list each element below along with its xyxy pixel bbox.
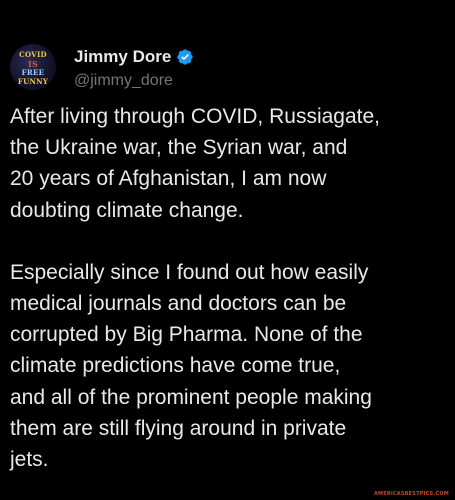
name-row: Jimmy Dore [74,45,194,69]
avatar[interactable]: COVID IS FREE FUNNY [10,44,56,90]
verified-badge-icon [176,48,194,66]
avatar-text-line: COVID [19,50,47,59]
tweet: COVID IS FREE FUNNY Jimmy Dore @jimmy_do… [0,0,455,500]
avatar-text-line: FREE [21,68,45,77]
tweet-header: COVID IS FREE FUNNY Jimmy Dore @jimmy_do… [10,40,194,94]
author-display-name[interactable]: Jimmy Dore [74,47,171,67]
avatar-text-line: FUNNY [17,77,49,86]
author-handle[interactable]: @jimmy_dore [74,72,194,90]
author-info: Jimmy Dore @jimmy_dore [74,45,194,90]
tweet-paragraph: Especially since I found out how easily … [10,260,372,472]
avatar-text-line: IS [27,59,39,69]
tweet-paragraph: After living through COVID, Russiagate, … [10,105,381,222]
watermark: AMERICASBESTPICS.COM [373,491,449,497]
tweet-text: After living through COVID, Russiagate, … [10,101,446,475]
